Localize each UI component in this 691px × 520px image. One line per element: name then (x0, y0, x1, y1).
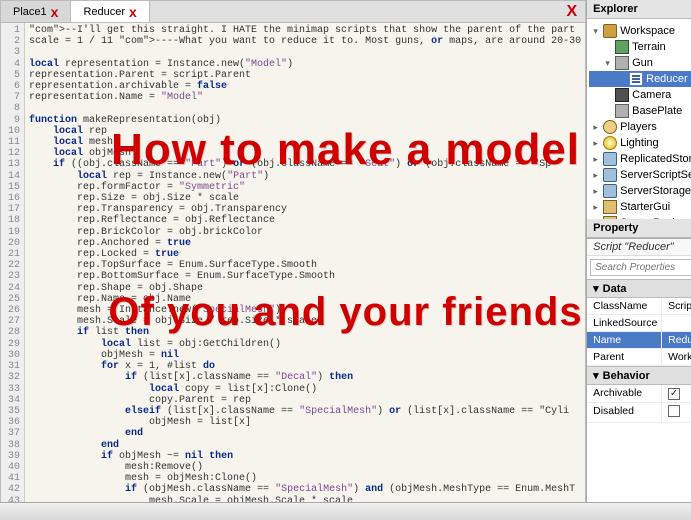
tree-label: BasePlate (632, 105, 682, 117)
tab-label: Place1 (13, 6, 47, 18)
tab-reducer[interactable]: Reducer x (71, 1, 149, 22)
property-row[interactable]: NameReducer (587, 332, 691, 349)
part-icon (615, 56, 629, 70)
property-row[interactable]: LinkedSource (587, 315, 691, 332)
close-icon[interactable]: x (51, 4, 59, 20)
service-icon (603, 152, 617, 166)
expand-icon[interactable]: ▾ (603, 58, 612, 69)
property-key: ClassName (587, 298, 662, 314)
tree-item-camera[interactable]: Camera (589, 87, 691, 103)
expand-icon[interactable]: ▸ (591, 202, 600, 213)
camera-icon (615, 88, 629, 102)
tree-item-replicatedstorage[interactable]: ▸ ReplicatedStorage (589, 151, 691, 167)
service-icon (603, 168, 617, 182)
expand-icon[interactable]: ▸ (591, 122, 600, 133)
service-icon (603, 184, 617, 198)
property-row[interactable]: ParentWorkspace (587, 349, 691, 366)
tree-item-workspace[interactable]: ▾ Workspace (589, 23, 691, 39)
explorer-header[interactable]: Explorer ▣ ✕ (587, 0, 691, 19)
code-content[interactable]: "com">--I'll get this straight. I HATE t… (25, 23, 585, 519)
explorer-tree[interactable]: ▾ Workspace Terrain ▾ Gun Reducer Camera BasePl… (587, 19, 691, 219)
property-key: Parent (587, 349, 662, 365)
light-icon (603, 136, 617, 150)
property-value[interactable] (662, 403, 691, 422)
property-key: Archivable (587, 385, 662, 402)
part-icon (615, 104, 629, 118)
properties-subtitle: Script "Reducer" (587, 239, 691, 256)
status-bar (0, 502, 691, 520)
tree-label: Gun (632, 57, 653, 69)
properties-header[interactable]: Property ▣ ✕ (587, 219, 691, 238)
expand-icon[interactable]: ▸ (591, 186, 600, 197)
chevron-down-icon: ▾ (593, 369, 599, 382)
tree-item-baseplate[interactable]: BasePlate (589, 103, 691, 119)
tree-label: Players (620, 121, 657, 133)
property-row[interactable]: ClassNameScript (587, 298, 691, 315)
code-editor[interactable]: 1234567891011121314151617181920212223242… (1, 23, 585, 519)
terrain-icon (615, 40, 629, 54)
players-icon (603, 120, 617, 134)
close-editor-icon[interactable]: X (558, 1, 585, 22)
line-gutter: 1234567891011121314151617181920212223242… (1, 23, 25, 519)
property-key: Disabled (587, 403, 662, 422)
tree-label: ServerScriptService (620, 169, 691, 181)
tree-label: Camera (632, 89, 671, 101)
close-icon[interactable]: x (129, 4, 137, 20)
tree-item-serverstorage[interactable]: ▸ ServerStorage (589, 183, 691, 199)
properties-search-input[interactable] (590, 259, 691, 276)
tree-label: ReplicatedStorage (620, 153, 691, 165)
expand-icon[interactable]: ▸ (591, 170, 600, 181)
tree-item-lighting[interactable]: ▸ Lighting (589, 135, 691, 151)
properties-title: Property (593, 222, 638, 234)
explorer-title: Explorer (593, 3, 638, 15)
property-group-data[interactable]: ▾Data (587, 279, 691, 298)
property-value[interactable]: Reducer (662, 332, 691, 348)
property-row[interactable]: Archivable ✓ (587, 385, 691, 403)
tab-place[interactable]: Place1 x (1, 1, 71, 22)
ws-icon (603, 24, 617, 38)
tree-item-gun[interactable]: ▾ Gun (589, 55, 691, 71)
script-editor-panel: Place1 x Reducer x X 1234567891011121314… (0, 0, 586, 520)
tree-label: Workspace (620, 25, 675, 37)
property-key: Name (587, 332, 662, 348)
script-icon (629, 72, 643, 86)
property-row[interactable]: Disabled (587, 403, 691, 423)
expand-icon[interactable]: ▸ (591, 138, 600, 149)
property-value[interactable] (662, 315, 691, 331)
property-group-behavior[interactable]: ▾Behavior (587, 366, 691, 385)
properties-panel: Script "Reducer" ▾DataClassNameScriptLin… (587, 238, 691, 520)
tree-item-startergui[interactable]: ▸ StarterGui (589, 199, 691, 215)
tree-label: StarterGui (620, 201, 670, 213)
property-value[interactable]: Script (662, 298, 691, 314)
right-dock: Explorer ▣ ✕ ▾ Workspace Terrain ▾ Gun Reduce… (586, 0, 691, 520)
property-key: LinkedSource (587, 315, 662, 331)
property-value[interactable]: ✓ (662, 385, 691, 402)
tree-label: Terrain (632, 41, 666, 53)
tab-label: Reducer (83, 6, 125, 18)
expand-icon[interactable]: ▾ (591, 26, 600, 37)
checkbox-icon[interactable]: ✓ (668, 388, 680, 400)
checkbox-icon[interactable] (668, 405, 680, 417)
tree-item-terrain[interactable]: Terrain (589, 39, 691, 55)
tree-label: ServerStorage (620, 185, 691, 197)
tree-item-players[interactable]: ▸ Players (589, 119, 691, 135)
editor-tabs: Place1 x Reducer x X (1, 1, 585, 23)
tree-label: Reducer (646, 73, 688, 85)
expand-icon[interactable]: ▸ (591, 154, 600, 165)
folder-icon (603, 200, 617, 214)
chevron-down-icon: ▾ (593, 282, 599, 295)
tree-item-reducer[interactable]: Reducer (589, 71, 691, 87)
tree-label: Lighting (620, 137, 659, 149)
property-value[interactable]: Workspace (662, 349, 691, 365)
tree-item-serverscriptservice[interactable]: ▸ ServerScriptService (589, 167, 691, 183)
